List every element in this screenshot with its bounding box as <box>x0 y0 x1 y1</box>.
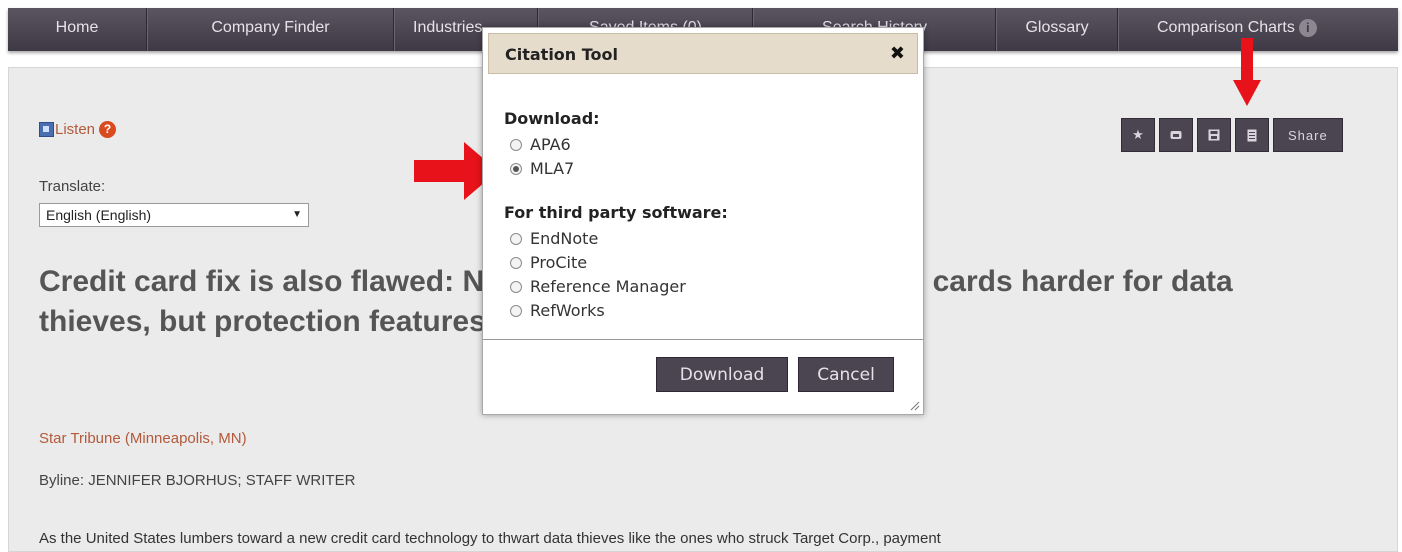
help-icon[interactable]: ? <box>99 121 117 138</box>
dropdown-caret-icon: ▼ <box>292 209 302 220</box>
language-selected-value: English (English) <box>46 207 152 223</box>
format-option-mla7[interactable]: MLA7 <box>510 159 574 178</box>
star-icon: ★ <box>1132 127 1144 142</box>
software-option-endnote[interactable]: EndNote <box>510 229 598 248</box>
nav-home[interactable]: Home <box>8 8 147 51</box>
radio-reference-manager[interactable] <box>510 280 522 293</box>
download-button[interactable]: Download <box>656 357 788 392</box>
nav-company-finder[interactable]: Company Finder <box>147 8 394 51</box>
nav-glossary-label: Glossary <box>1025 19 1089 36</box>
listen-label: Listen <box>55 121 96 138</box>
nav-glossary[interactable]: Glossary <box>996 8 1118 51</box>
format-label-mla7: MLA7 <box>530 159 575 178</box>
resize-grip-icon[interactable] <box>908 399 920 411</box>
translate-label: Translate: <box>39 178 106 195</box>
radio-apa6[interactable] <box>510 138 522 151</box>
dialog-title: Citation Tool <box>505 45 619 64</box>
arrow-down-icon <box>1233 38 1261 106</box>
nav-home-label: Home <box>55 19 99 36</box>
speaker-icon <box>39 122 54 137</box>
format-option-apa6[interactable]: APA6 <box>510 135 571 154</box>
cite-icon <box>1247 129 1257 141</box>
listen-control[interactable]: Listen ? <box>39 121 117 138</box>
software-label-reference-manager: Reference Manager <box>530 277 686 296</box>
email-button[interactable] <box>1159 118 1193 152</box>
software-label-endnote: EndNote <box>530 229 599 248</box>
cancel-button[interactable]: Cancel <box>798 357 894 392</box>
software-option-procite[interactable]: ProCite <box>510 253 587 272</box>
save-icon <box>1208 129 1220 141</box>
share-button[interactable]: Share <box>1273 118 1343 152</box>
format-label-apa6: APA6 <box>530 135 571 154</box>
radio-mla7[interactable] <box>510 162 522 175</box>
email-icon <box>1170 131 1182 139</box>
favorite-button[interactable]: ★ <box>1121 118 1155 152</box>
radio-endnote[interactable] <box>510 232 522 245</box>
close-icon[interactable]: ✖ <box>890 43 905 64</box>
cite-button[interactable] <box>1235 118 1269 152</box>
software-option-reference-manager[interactable]: Reference Manager <box>510 277 686 296</box>
radio-refworks[interactable] <box>510 304 522 317</box>
software-label-procite: ProCite <box>530 253 588 272</box>
radio-procite[interactable] <box>510 256 522 269</box>
software-label-refworks: RefWorks <box>530 301 605 320</box>
third-party-section-label: For third party software: <box>504 203 728 222</box>
article-lead: As the United States lumbers toward a ne… <box>39 530 941 547</box>
language-select[interactable]: English (English) ▼ <box>39 203 309 227</box>
save-button[interactable] <box>1197 118 1231 152</box>
article-toolbar: ★ Share <box>1121 118 1343 152</box>
info-icon: i <box>1298 19 1317 37</box>
nav-comparison-charts-label: Comparison Charts <box>1157 19 1295 37</box>
nav-industries-label: Industries <box>413 19 483 36</box>
dialog-header[interactable]: Citation Tool ✖ <box>488 33 918 74</box>
citation-tool-dialog: Citation Tool ✖ Download: APA6 MLA7 For … <box>482 27 924 415</box>
software-option-refworks[interactable]: RefWorks <box>510 301 605 320</box>
article-byline: Byline: JENNIFER BJORHUS; STAFF WRITER <box>39 472 356 489</box>
download-section-label: Download: <box>504 109 600 128</box>
dialog-divider <box>483 339 923 340</box>
article-source[interactable]: Star Tribune (Minneapolis, MN) <box>39 430 247 447</box>
nav-company-finder-label: Company Finder <box>211 19 330 36</box>
